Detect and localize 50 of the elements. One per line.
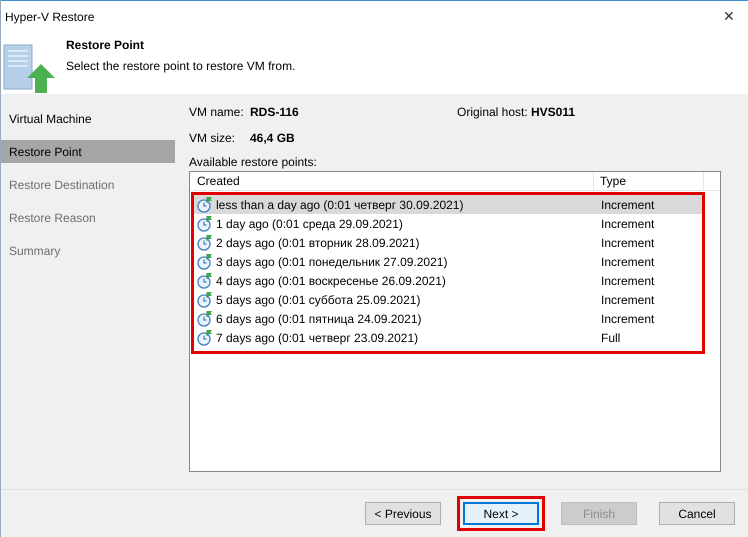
type-cell-text: Increment — [600, 292, 654, 308]
clock-flag-icon — [197, 310, 213, 327]
sidebar-item[interactable]: Restore Point — [1, 140, 175, 163]
restore-point-row[interactable]: 5 days ago (0:01 суббота 25.09.2021) Increment — [194, 290, 702, 309]
type-cell-text: Increment — [600, 310, 654, 328]
sidebar-item[interactable]: Virtual Machine — [1, 107, 175, 130]
wizard-button[interactable]: Cancel — [659, 502, 735, 525]
type-cell-text: Increment — [600, 216, 654, 232]
created-cell-text: 6 days ago (0:01 пятница 24.09.2021) — [216, 310, 422, 328]
created-cell-text: 2 days ago (0:01 вторник 28.09.2021) — [216, 234, 420, 252]
restore-point-row[interactable]: 6 days ago (0:01 пятница 24.09.2021) Increment — [194, 309, 702, 328]
created-cell-text: 4 days ago (0:01 воскресенье 26.09.2021) — [216, 272, 446, 290]
restore-point-row[interactable]: less than a day ago (0:01 четверг 30.09.2021) Increment — [194, 195, 702, 214]
close-button[interactable]: ✕ — [714, 4, 744, 28]
original-host-label: Original host: — [457, 104, 529, 121]
created-cell-text: less than a day ago (0:01 четверг 30.09.2021) — [216, 196, 464, 214]
restore-point-row[interactable]: 4 days ago (0:01 воскресенье 26.09.2021) Increment — [194, 271, 702, 290]
column-header[interactable]: Type — [594, 172, 704, 190]
header-subtitle: Select the restore point to restore VM from. — [66, 58, 296, 75]
restore-point-row[interactable]: 2 days ago (0:01 вторник 28.09.2021) Increment — [194, 233, 702, 252]
original-host-value: HVS011 — [531, 104, 576, 121]
clock-flag-icon — [197, 253, 213, 270]
clock-flag-icon — [197, 329, 213, 346]
type-cell-text: Full — [600, 330, 620, 346]
clock-flag-icon — [197, 234, 213, 251]
created-cell-text: 3 days ago (0:01 понедельник 27.09.2021) — [216, 254, 448, 270]
wizard-button[interactable]: Next > — [463, 502, 539, 525]
restore-point-row[interactable]: 7 days ago (0:01 четверг 23.09.2021) Full — [194, 328, 702, 347]
window-title: Hyper-V Restore — [5, 8, 94, 26]
created-cell-text: 1 day ago (0:01 среда 29.09.2021) — [216, 216, 403, 232]
wizard-button[interactable]: < Previous — [365, 502, 441, 525]
clock-flag-icon — [197, 215, 213, 232]
created-cell-text: 7 days ago (0:01 четверг 23.09.2021) — [216, 330, 418, 346]
vm-name-label: VM name: — [189, 104, 245, 121]
clock-flag-icon — [197, 272, 213, 289]
restore-point-row[interactable]: 1 day ago (0:01 среда 29.09.2021) Increment — [194, 214, 702, 233]
type-cell-text: Increment — [600, 234, 654, 252]
restore-points-label: Available restore points: — [189, 154, 318, 171]
header-title: Restore Point — [66, 37, 146, 54]
vm-size-label: VM size: — [189, 130, 236, 147]
column-header[interactable]: Created — [190, 172, 594, 190]
restore-point-row[interactable]: 3 days ago (0:01 понедельник 27.09.2021) Increment — [194, 252, 702, 271]
vm-size-value: 46,4 GB — [250, 130, 295, 147]
type-cell-text: Increment — [600, 196, 654, 214]
clock-flag-icon — [197, 196, 213, 213]
type-cell-text: Increment — [600, 272, 654, 290]
created-cell-text: 5 days ago (0:01 суббота 25.09.2021) — [216, 292, 420, 308]
vm-name-value: RDS-116 — [250, 104, 300, 121]
type-cell-text: Increment — [600, 254, 654, 270]
clock-flag-icon — [197, 291, 213, 308]
